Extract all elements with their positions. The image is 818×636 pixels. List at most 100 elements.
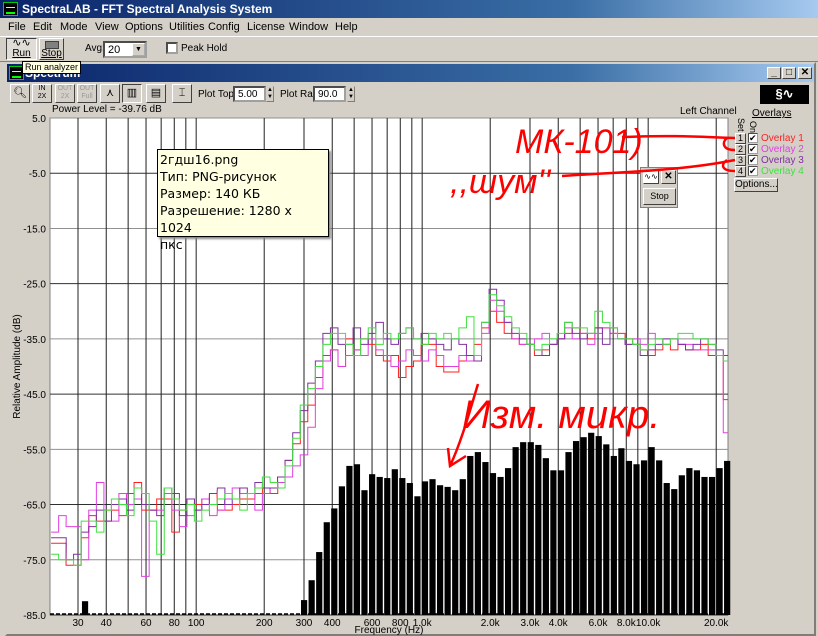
overlay-set-button[interactable]: 3 <box>735 155 746 166</box>
x-tick-label: 100 <box>188 618 205 629</box>
overlay-options-button[interactable]: Options... <box>734 178 778 192</box>
spectrum-bar <box>633 464 640 615</box>
spectrum-bar <box>444 486 451 615</box>
x-tick-label: 4.0k <box>549 618 569 629</box>
y-tick-label: -35.0 <box>23 335 46 346</box>
x-tick-label: 30 <box>72 618 84 629</box>
x-tick-label: 200 <box>256 618 273 629</box>
x-tick-label: 300 <box>296 618 313 629</box>
spectrum-bar <box>316 552 323 615</box>
tooltip-resolution-unit: пкс <box>160 237 183 252</box>
spectrum-bar <box>429 479 436 615</box>
spectrum-bar <box>467 455 474 615</box>
x-axis-label: Frequency (Hz) <box>355 625 424 636</box>
spectrum-bar <box>648 447 655 615</box>
spectrum-bar <box>603 444 610 615</box>
spectrum-bar <box>550 470 557 615</box>
spectrum-bar <box>361 490 368 615</box>
file-info-tooltip: 2гдш16.png Тип: PNG-рисунок Размер: 140 … <box>157 149 329 252</box>
x-tick-label: 20.0k <box>704 618 729 629</box>
x-tick-label: 40 <box>101 618 113 629</box>
spectrum-bar <box>656 460 663 615</box>
y-tick-label: -55.0 <box>23 445 46 456</box>
tooltip-resolution: Разрешение: 1280 x 1024 <box>160 203 292 235</box>
spectrum-bar <box>527 442 534 615</box>
spectrum-bar <box>595 436 602 615</box>
x-tick-label: 3.0k <box>521 618 541 629</box>
spectrum-bar <box>671 489 678 615</box>
spectrum-bar <box>708 476 716 615</box>
spectrum-bar <box>588 432 595 615</box>
x-tick-label: 6.0k <box>589 618 609 629</box>
set-column-label: Set <box>736 118 746 132</box>
overlay-set-button[interactable]: 2 <box>735 144 746 155</box>
spectrum-bar <box>542 458 549 615</box>
spectrum-bar <box>301 600 308 615</box>
spectrum-bar <box>421 481 429 615</box>
tooltip-filename: 2гдш16.png <box>160 152 239 167</box>
overlay-on-checkbox[interactable]: ✔ <box>748 155 758 165</box>
spectrum-bar <box>701 476 708 615</box>
spectrum-bar <box>535 444 542 615</box>
spectrum-bar <box>610 455 617 615</box>
spectrum-bar <box>331 508 338 615</box>
spectrum-bar <box>353 464 361 615</box>
y-tick-label: -85.0 <box>23 611 46 622</box>
x-tick-label: 60 <box>140 618 152 629</box>
y-tick-label: -25.0 <box>23 280 46 291</box>
spectrum-bar <box>640 460 648 615</box>
overlay-label: Overlay 2 <box>761 144 804 155</box>
x-tick-label: 2.0k <box>481 618 501 629</box>
spectrum-bar <box>452 490 459 615</box>
spectrum-bar <box>436 485 444 615</box>
x-tick-label: 80 <box>169 618 181 629</box>
overlay-on-checkbox[interactable]: ✔ <box>748 166 758 176</box>
spectrum-bar <box>308 580 315 615</box>
spectrum-bar <box>520 442 527 615</box>
spectrum-bar <box>557 470 565 615</box>
y-axis-label: Relative Amplitude (dB) <box>12 314 23 419</box>
spectrum-bar <box>474 452 481 615</box>
spectrum-bar <box>504 468 512 615</box>
spectrum-bar <box>406 483 413 615</box>
spectrum-bar <box>716 468 723 615</box>
spectrum-bar <box>565 452 572 615</box>
widget-stop-button[interactable]: Stop <box>643 188 676 205</box>
overlay-set-button[interactable]: 4 <box>735 166 746 177</box>
y-tick-label: 5.0 <box>32 114 46 125</box>
spectrum-bar <box>459 479 466 615</box>
x-tick-label: 10.0k <box>636 618 661 629</box>
x-tick-label: 8.0k <box>617 618 637 629</box>
spectrum-bar <box>346 465 353 615</box>
spectrum-bar <box>414 496 421 615</box>
overlay-label: Overlay 4 <box>761 166 804 177</box>
spectrum-bar <box>724 460 731 615</box>
spectrum-bar <box>323 522 330 615</box>
spectrum-bar <box>399 478 406 615</box>
spectrum-bar <box>489 473 497 615</box>
spectrum-chart[interactable]: 5.0 -5.0 -15.0 -25.0 -35.0 -45.0 -55.0 -65.0 -75… <box>0 0 818 636</box>
spectrum-bar <box>338 486 346 615</box>
spectrum-bar <box>678 475 685 615</box>
tooltip-type: Тип: PNG-рисунок <box>160 169 277 184</box>
overlay-on-checkbox[interactable]: ✔ <box>748 144 758 154</box>
overlay-on-checkbox[interactable]: ✔ <box>748 133 758 143</box>
spectrum-bar <box>693 470 701 615</box>
y-tick-label: -75.0 <box>23 556 46 567</box>
spectrum-bar <box>384 478 391 615</box>
spectrum-bar <box>625 460 633 615</box>
spectrum-bar <box>81 601 89 615</box>
floating-control-widget: ∿∿ ✕ Stop <box>640 167 678 208</box>
waveform-icon[interactable]: ∿∿ <box>643 170 659 184</box>
spectrum-bar <box>512 447 519 615</box>
overlay-label: Overlay 3 <box>761 155 804 166</box>
overlay-label: Overlay 1 <box>761 133 804 144</box>
on-column-label: On <box>748 121 758 134</box>
y-tick-label: -45.0 <box>23 390 46 401</box>
overlay-set-button[interactable]: 1 <box>735 133 746 144</box>
spectrum-bar <box>663 483 670 615</box>
spectrum-bar <box>391 469 398 615</box>
spectrum-bar <box>369 474 376 615</box>
spectrum-bar <box>580 437 587 615</box>
widget-close-button[interactable]: ✕ <box>661 170 676 184</box>
